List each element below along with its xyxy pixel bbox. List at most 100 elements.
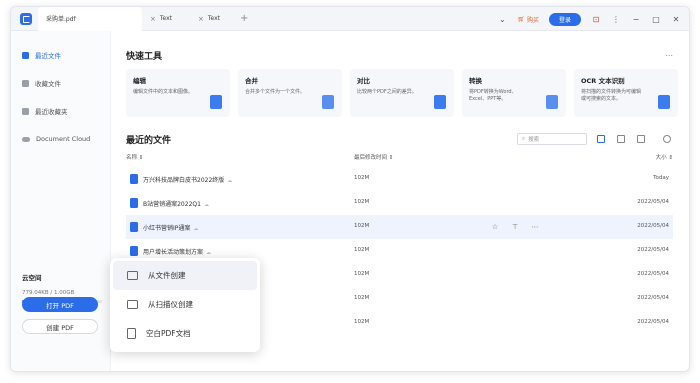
file-date: Today: [653, 175, 669, 181]
cloud-icon: [22, 136, 30, 142]
tool-card-compare[interactable]: 对比 比较两个PDF之间的差异。: [350, 69, 454, 117]
recent-file-icon: [22, 51, 29, 59]
sidebar-item-recent-folders[interactable]: 最近收藏夹: [11, 97, 110, 125]
card-desc: 合并多个文件为一个文件。: [245, 89, 306, 95]
tab-label: Text: [207, 15, 221, 22]
card-desc: 将扫描的文件转换为可编辑或可搜索的文本。: [581, 89, 642, 102]
tab-label: Text: [159, 15, 173, 22]
merge-icon: [322, 95, 334, 109]
refresh-icon[interactable]: [663, 135, 671, 143]
card-title: 编辑: [133, 77, 146, 85]
star-icon[interactable]: ☆: [488, 220, 502, 234]
new-tab-icon[interactable]: +: [240, 13, 248, 24]
tab-label: 采购单.pdf: [46, 16, 76, 23]
pdf-file-icon: [130, 246, 138, 256]
scanner-icon: [127, 300, 138, 309]
trash-icon[interactable]: [637, 135, 645, 143]
file-date: 2022/05/04: [637, 199, 669, 205]
folder-icon: [22, 107, 29, 115]
storage-title: 云空间: [22, 274, 42, 282]
pin-icon[interactable]: ⊤: [508, 220, 522, 234]
card-title: 对比: [357, 77, 370, 85]
convert-icon: [546, 95, 558, 109]
table-row[interactable]: B站营销通案2022Q1 ☁︎ 102M 2022/05/04: [126, 191, 673, 215]
sidebar-item-label: 最近收藏夹: [35, 108, 68, 116]
close-icon[interactable]: ×: [198, 15, 204, 23]
login-button[interactable]: 登录: [548, 12, 581, 26]
tab-text-1[interactable]: × Text: [142, 7, 190, 31]
card-desc: 将PDF转换为Word、Excel、PPT等。: [469, 89, 517, 102]
app-logo-icon: [20, 12, 32, 25]
more-icon[interactable]: ...: [665, 49, 673, 58]
more-icon[interactable]: ⋯: [528, 220, 542, 234]
sidebar-item-recent[interactable]: 最近文件: [11, 41, 110, 69]
cloud-icon: ☁︎: [227, 178, 233, 184]
tool-card-edit[interactable]: 编辑 编辑文件中的文本和图像。: [126, 69, 230, 117]
edit-icon: [210, 95, 222, 109]
search-placeholder: 搜索: [528, 137, 540, 143]
file-name: 小红书营销IP通案: [143, 225, 191, 232]
menu-item-label: 空白PDF文档: [146, 329, 191, 338]
title-bar-actions: ⌄ 🛒︎ 购买 登录 ⊡ ⋮ − □ ✕: [497, 7, 681, 31]
column-name[interactable]: 名称 ⇕: [126, 153, 143, 161]
tool-card-merge[interactable]: 合并 合并多个文件为一个文件。: [238, 69, 342, 117]
file-size: 102M: [354, 271, 370, 277]
pdf-file-icon: [130, 174, 138, 184]
cart-label: 购买: [526, 16, 539, 24]
card-title: 转换: [469, 77, 482, 85]
menu-item-label: 从文件创建: [148, 271, 186, 280]
chevron-down-icon[interactable]: ⌄: [497, 15, 507, 24]
column-size[interactable]: 大小 ⇕: [656, 153, 673, 161]
more-vertical-icon[interactable]: ⋮: [611, 15, 621, 24]
cart-button[interactable]: 🛒︎ 购买: [517, 15, 539, 24]
open-pdf-button[interactable]: 打开 PDF: [22, 297, 98, 312]
menu-item-label: 从扫描仪创建: [148, 300, 193, 309]
close-window-icon[interactable]: ✕: [671, 15, 681, 24]
file-size: 102M: [354, 199, 370, 205]
menu-item-blank-pdf[interactable]: 空白PDF文档: [113, 319, 257, 348]
folder-icon: [127, 271, 138, 280]
file-size: 102M: [354, 295, 370, 301]
list-view-icon[interactable]: [617, 135, 625, 143]
tool-card-ocr[interactable]: OCR 文本识别 将扫描的文件转换为可编辑或可搜索的文本。: [574, 69, 678, 117]
cloud-icon: ☁︎: [193, 226, 199, 232]
grid-view-icon[interactable]: [597, 135, 605, 143]
file-date: 2022/05/04: [637, 247, 669, 253]
storage-value: 779.04KB / 1.00GB: [22, 290, 75, 296]
sidebar-item-label: Document Cloud: [36, 135, 91, 143]
star-file-icon: [22, 79, 29, 87]
search-input[interactable]: ⌕ 搜索: [517, 133, 587, 145]
file-name: 万兴科技品牌白皮书2022终版: [143, 177, 225, 184]
create-pdf-button[interactable]: 创建 PDF: [22, 319, 98, 334]
close-icon[interactable]: ×: [150, 15, 156, 23]
tab-active[interactable]: 采购单.pdf: [38, 7, 142, 31]
gift-icon[interactable]: ⊡: [591, 15, 601, 24]
blank-document-icon: [127, 328, 136, 339]
column-modified[interactable]: 最后修改时间 ⇕: [354, 153, 393, 161]
minimize-icon[interactable]: −: [631, 15, 641, 24]
tab-text-2[interactable]: × Text: [190, 7, 238, 31]
sidebar-item-cloud[interactable]: Document Cloud: [11, 125, 110, 153]
file-size: 102M: [354, 175, 370, 181]
file-name: B站营销通案2022Q1: [143, 201, 201, 208]
card-desc: 比较两个PDF之间的差异。: [357, 89, 417, 95]
ocr-icon: [658, 95, 670, 109]
table-header: 名称 ⇕ 最后修改时间 ⇕ 大小 ⇕: [126, 153, 673, 165]
tool-card-convert[interactable]: 转换 将PDF转换为Word、Excel、PPT等。: [462, 69, 566, 117]
cloud-icon: ☁︎: [203, 202, 209, 208]
sidebar-item-favorites[interactable]: 收藏文件: [11, 69, 110, 97]
cloud-icon: ☁︎: [206, 250, 212, 256]
card-title: 合并: [245, 77, 258, 85]
file-name: 用户增长活动策划方案: [143, 249, 204, 256]
table-row[interactable]: 万兴科技品牌白皮书2022终版 ☁︎ 102M Today: [126, 167, 673, 191]
file-size: 102M: [354, 319, 370, 325]
file-date: 2022/05/04: [637, 271, 669, 277]
compare-icon: [434, 95, 446, 109]
create-pdf-menu: 从文件创建 从扫描仪创建 空白PDF文档: [110, 258, 260, 352]
table-row[interactable]: 小红书营销IP通案 ☁︎ 102M ☆ ⊤ ⋯ 2022/05/04: [126, 215, 673, 239]
menu-item-from-scanner[interactable]: 从扫描仪创建: [113, 290, 257, 319]
file-size: 102M: [354, 223, 370, 229]
maximize-icon[interactable]: □: [651, 15, 661, 24]
cart-icon: 🛒︎: [517, 15, 525, 23]
menu-item-from-file[interactable]: 从文件创建: [113, 261, 257, 290]
